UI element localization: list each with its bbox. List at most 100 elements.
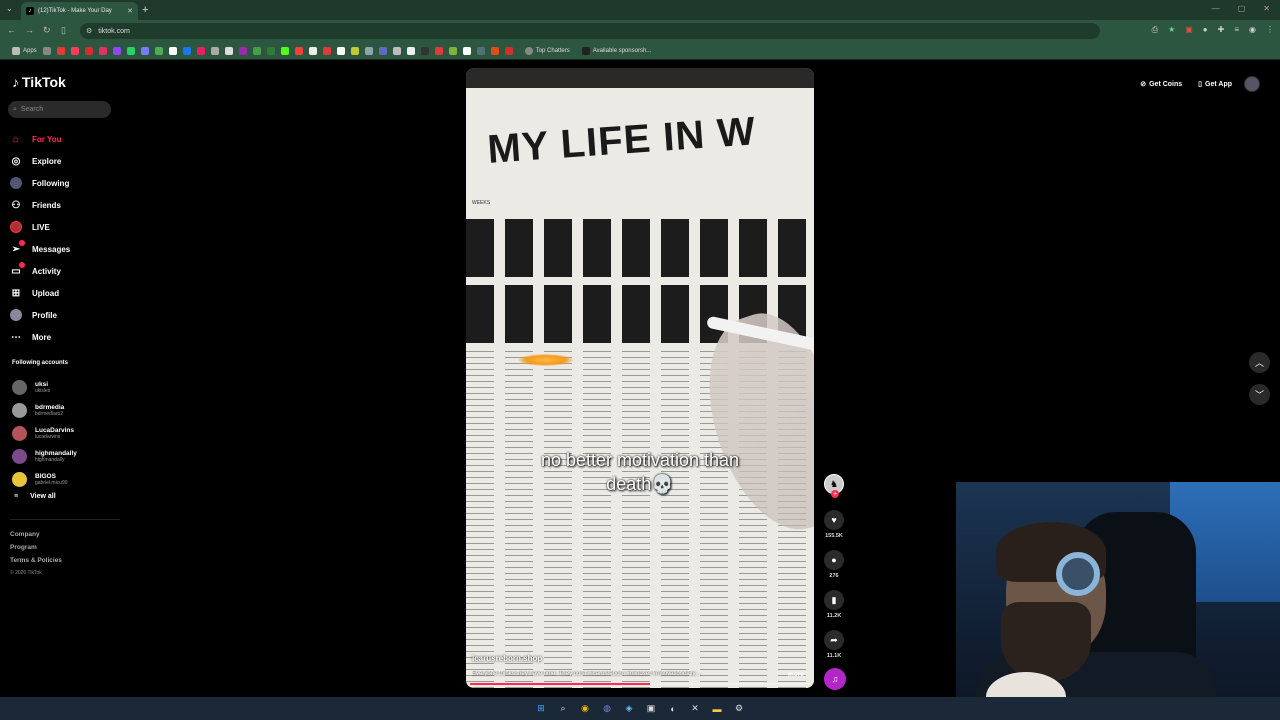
nav-more[interactable]: ⋯ More [10,326,120,348]
video-player[interactable]: MY LIFE IN W WEEKS no better motivation … [466,68,814,688]
forward-icon[interactable]: → [25,25,34,35]
nav-messages[interactable]: ➢ Messages [10,238,120,260]
bookmark-icon[interactable] [406,46,415,55]
get-coins-button[interactable]: ⊘ Get Coins [1136,76,1186,92]
bookmark-icon[interactable] [476,46,485,55]
media-icon[interactable]: ≡ [1234,25,1239,35]
account-item[interactable]: bdrmedia bdrmediaro2 [12,399,122,422]
bookmark-icon[interactable] [238,46,247,55]
profile-avatar-icon[interactable]: ◉ [1249,25,1256,35]
user-avatar[interactable] [1244,76,1260,92]
bookmark-star-icon[interactable]: ★ [1168,25,1175,35]
sidebar-toggle-icon[interactable]: ▯ [61,25,66,36]
like-action[interactable]: ♥ 155.5K [822,510,846,539]
extensions-puzzle-icon[interactable]: ✚ [1218,25,1225,35]
save-action[interactable]: ▮ 11.2K [822,590,846,619]
tiktok-logo[interactable]: ♪ TikTok [12,74,66,90]
sponsorships-bookmark[interactable]: Available sponsorsh... [581,46,651,55]
share-action[interactable]: ➦ 11.1K [822,630,846,659]
creator-name[interactable]: icarusreborn.shop [472,654,542,663]
bookmark-icon[interactable] [308,46,317,55]
previous-video-button[interactable]: ︿ [1249,352,1270,373]
account-item[interactable]: LucaDarvins lucadarvins [12,422,122,445]
account-item[interactable]: highmandally highmandally [12,445,122,468]
kick-bookmark-icon[interactable] [280,46,289,55]
bookmark-icon[interactable] [224,46,233,55]
app-icon[interactable]: ◐ [666,702,680,716]
nav-upload[interactable]: ⊞ Upload [10,282,120,304]
start-icon[interactable]: ⊞ [534,702,548,716]
tab-search-icon[interactable]: ⌄ [6,4,13,13]
music-disc-icon[interactable]: ♫ [824,668,846,690]
maximize-icon[interactable]: ▢ [1238,4,1246,13]
bookmark-icon[interactable] [266,46,275,55]
account-item[interactable]: BIGOS gabriel.micu99 [12,468,122,491]
nav-live[interactable]: LIVE [10,216,120,238]
back-icon[interactable]: ← [7,25,16,35]
bookmark-icon[interactable] [210,46,219,55]
address-bar[interactable]: ⚙ tiktok.com [80,23,1100,39]
bookmark-icon[interactable] [392,46,401,55]
whatsapp-bookmark-icon[interactable] [126,46,135,55]
nav-for-you[interactable]: ⌂ For You [10,128,120,150]
bookmark-icon[interactable] [70,46,79,55]
bookmark-icon[interactable] [462,46,471,55]
extension-icon[interactable]: ● [1203,25,1208,35]
browser-tab[interactable]: ♪ (12)TikTok - Make Your Day ✕ [21,2,138,20]
next-video-button[interactable]: ﹀ [1249,384,1270,405]
twitch-bookmark-icon[interactable] [112,46,121,55]
site-info-icon[interactable]: ⚙ [86,27,92,35]
file-explorer-icon[interactable]: ▬ [710,702,724,716]
bookmark-icon[interactable] [336,46,345,55]
search-icon[interactable]: ⌕ [556,702,570,716]
browser-menu-icon[interactable]: ⋮ [1266,25,1274,35]
follow-plus-icon[interactable]: + [831,490,839,498]
bookmark-icon[interactable] [252,46,261,55]
bookmark-icon[interactable] [294,46,303,55]
top-chatters-bookmark[interactable]: Top Chatters [524,46,570,55]
close-tab-icon[interactable]: ✕ [127,7,133,15]
apps-bookmark[interactable]: Apps [12,46,37,55]
extension-icon[interactable]: ▣ [1185,25,1193,35]
get-app-button[interactable]: ▯ Get App [1194,76,1236,92]
comment-action[interactable]: ● 276 [822,550,846,579]
app-icon[interactable]: ✕ [688,702,702,716]
nav-profile[interactable]: Profile [10,304,120,326]
bookmark-icon[interactable] [140,46,149,55]
bookmark-icon[interactable] [364,46,373,55]
install-icon[interactable]: ⎙ [1152,25,1158,35]
obs-icon[interactable]: ▣ [644,702,658,716]
instagram-bookmark-icon[interactable] [98,46,107,55]
bookmark-icon[interactable] [490,46,499,55]
bookmark-icon[interactable] [84,46,93,55]
footer-program-link[interactable]: Program [10,541,62,554]
minimize-icon[interactable]: — [1212,4,1220,13]
close-window-icon[interactable]: ✕ [1263,4,1270,13]
video-progress-bar[interactable] [470,683,810,685]
nav-explore[interactable]: ◎ Explore [10,150,120,172]
search-input[interactable]: ⌕ Search [8,101,111,118]
nav-friends[interactable]: ⚇ Friends [10,194,120,216]
new-tab-button[interactable]: + [142,4,148,16]
bookmark-icon[interactable] [448,46,457,55]
discord-icon[interactable]: ◍ [600,702,614,716]
bookmark-icon[interactable] [350,46,359,55]
creator-avatar[interactable]: ♞ + [824,474,844,498]
nav-following[interactable]: Following [10,172,120,194]
bookmark-icon[interactable] [378,46,387,55]
more-button[interactable]: more [788,671,804,678]
x-bookmark-icon[interactable] [168,46,177,55]
steam-icon[interactable]: ◈ [622,702,636,716]
footer-terms-link[interactable]: Terms & Policies [10,554,62,567]
reload-icon[interactable]: ↻ [43,25,51,36]
account-item[interactable]: uksi ukisles [12,376,122,399]
footer-company-link[interactable]: Company [10,528,62,541]
youtube-bookmark-icon[interactable] [56,46,65,55]
bookmark-icon[interactable] [504,46,513,55]
chrome-icon[interactable]: ◉ [578,702,592,716]
bookmark-icon[interactable] [154,46,163,55]
bookmark-icon[interactable] [322,46,331,55]
view-all-button[interactable]: ≡ View all [12,493,122,500]
settings-icon[interactable]: ⚙ [732,702,746,716]
bookmark-icon[interactable] [434,46,443,55]
